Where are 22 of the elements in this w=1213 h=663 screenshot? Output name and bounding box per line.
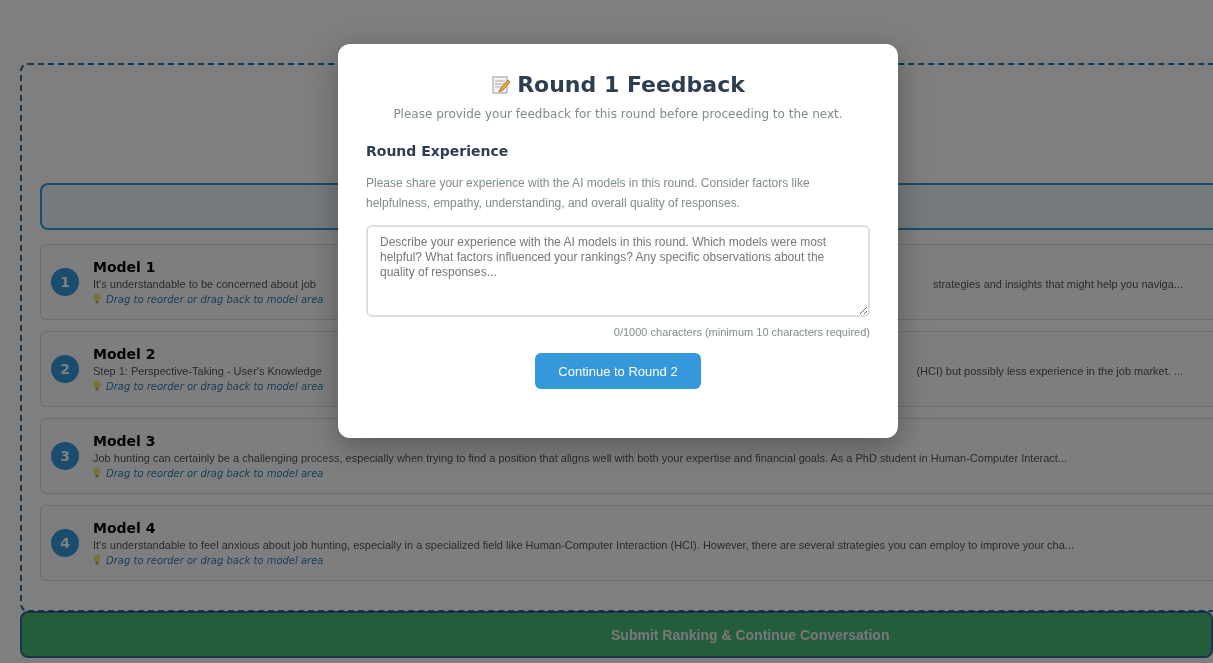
section-description: Please share your experience with the AI models in this round. Consider factors like helpfulness, empathy, understanding, and overall quality of responses. — [366, 175, 811, 212]
section-title: Round Experience — [366, 143, 510, 159]
model-name: Model 3 — [93, 433, 156, 449]
drag-hint: Drag to reorder or drag back to model area — [106, 293, 324, 305]
rank-badge: 4 — [51, 529, 79, 557]
response-preview: strategies and insights that might help you naviga... — [932, 278, 1183, 290]
response-preview: Step 1: Perspective-Taking - User's Knowledge — [93, 365, 322, 377]
rank-badge: 2 — [51, 355, 79, 383]
drag-hint: Drag to reorder or drag back to model area — [106, 380, 324, 392]
drag-hint: Drag to reorder or drag back to model area — [106, 554, 324, 566]
model-name: Model 1 — [93, 259, 156, 275]
model-name: Model 4 — [93, 520, 156, 536]
response-preview: It's understandable to feel anxious about job hunting, especially in a specialized field like Human-Computer Interaction (HCI). However, there are several strategies you can employ to improve your cha... — [93, 539, 1074, 551]
drag-hint: Drag to reorder or drag back to model area — [106, 467, 324, 479]
dialog-title: Round 1 Feedback — [517, 72, 745, 97]
response-preview: It's understandable to be concerned about job — [93, 278, 316, 290]
dialog-subtitle: Please provide your feedback for this round before proceeding to the next. — [392, 107, 844, 121]
response-preview: Job hunting can certainly be a challenging process, especially when trying to find a position that aligns well with both your expertise and financial goals. As a PhD student in Human-Computer Interact... — [93, 452, 1068, 464]
response-preview: (HCI) but possibly less experience in the job market. ... — [916, 365, 1183, 377]
rank-badge: 3 — [51, 442, 79, 470]
model-name: Model 2 — [93, 346, 156, 362]
rank-badge: 1 — [51, 268, 79, 296]
